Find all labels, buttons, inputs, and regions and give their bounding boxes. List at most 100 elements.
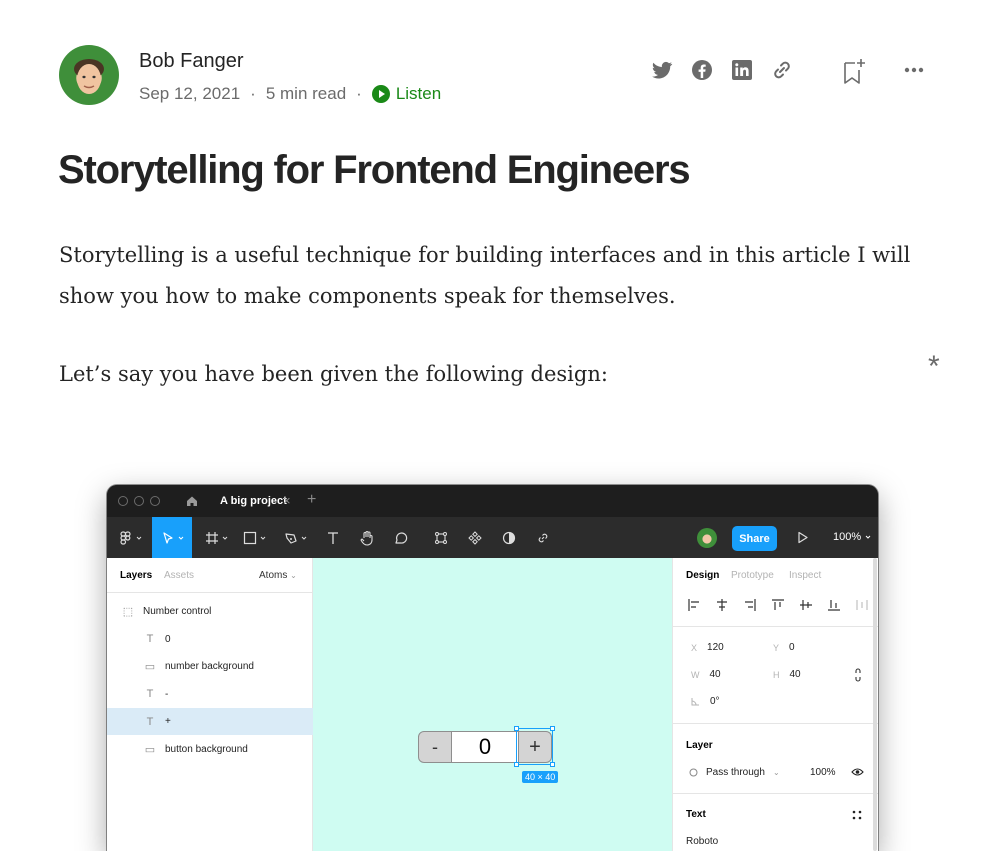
blend-mode-dropdown[interactable]: Pass through ⌄ bbox=[689, 767, 780, 778]
panel-scrollbar[interactable] bbox=[873, 558, 877, 851]
figma-logo-icon bbox=[119, 530, 131, 545]
y-value: 0 bbox=[789, 642, 795, 653]
create-component-tool[interactable] bbox=[461, 517, 489, 558]
height-field[interactable]: H 40 bbox=[773, 669, 801, 680]
text-styles-icon[interactable] bbox=[851, 809, 863, 821]
rotation-field[interactable]: 0° bbox=[691, 696, 720, 707]
chevron-down-icon bbox=[222, 536, 227, 540]
x-value: 120 bbox=[707, 642, 724, 653]
layer-row[interactable]: ▭ button background bbox=[107, 736, 313, 763]
window-close-dot[interactable] bbox=[118, 496, 128, 506]
chevron-down-icon bbox=[865, 535, 871, 539]
author-avatar[interactable] bbox=[59, 45, 119, 105]
blend-mode-value: Pass through bbox=[706, 767, 765, 778]
tab-inspect[interactable]: Inspect bbox=[789, 570, 821, 581]
page-selector[interactable]: Atoms ⌄ bbox=[259, 570, 297, 581]
present-play-icon[interactable] bbox=[797, 531, 809, 544]
layer-row[interactable]: ▭ number background bbox=[107, 653, 313, 680]
layer-row[interactable]: T0 bbox=[107, 626, 313, 653]
cursor-icon bbox=[162, 531, 173, 544]
bookmark-add-icon[interactable] bbox=[841, 57, 867, 85]
layer-row[interactable]: ⬚ Number control bbox=[107, 598, 313, 625]
twitter-icon[interactable] bbox=[650, 58, 674, 82]
linkedin-icon[interactable] bbox=[730, 58, 754, 82]
comment-tool[interactable] bbox=[387, 517, 415, 558]
pen-tool[interactable] bbox=[277, 517, 313, 558]
decrement-button[interactable]: - bbox=[418, 731, 452, 763]
publish-date: Sep 12, 2021 bbox=[139, 84, 241, 103]
tab-prototype[interactable]: Prototype bbox=[731, 570, 774, 581]
figma-screenshot: A big project × + Share 100% Layers Asse… bbox=[107, 485, 878, 851]
layer-row[interactable]: T + bbox=[107, 708, 313, 735]
link-tool[interactable] bbox=[529, 517, 557, 558]
more-options-icon[interactable] bbox=[901, 60, 927, 80]
window-minimize-dot[interactable] bbox=[134, 496, 144, 506]
opacity-field[interactable]: 100% bbox=[810, 767, 836, 778]
align-bottom-icon[interactable] bbox=[827, 598, 841, 612]
tab-close-icon[interactable]: × bbox=[283, 493, 291, 508]
eye-icon[interactable] bbox=[851, 767, 864, 777]
layer-name: + bbox=[165, 716, 171, 727]
move-tool[interactable] bbox=[152, 517, 192, 558]
link-icon[interactable] bbox=[770, 58, 794, 82]
zoom-dropdown[interactable]: 100% bbox=[833, 531, 871, 543]
chevron-down-icon: ⌄ bbox=[290, 571, 297, 580]
w-label: W bbox=[691, 669, 700, 680]
chain-link-icon bbox=[538, 533, 548, 542]
chevron-down-icon bbox=[260, 536, 265, 540]
component-tool[interactable] bbox=[427, 517, 455, 558]
shape-tool[interactable] bbox=[237, 517, 271, 558]
layer-row[interactable]: T- bbox=[107, 681, 313, 708]
number-value[interactable]: 0 bbox=[452, 731, 518, 763]
new-tab-icon[interactable]: + bbox=[307, 491, 316, 509]
constrain-proportions-icon[interactable] bbox=[853, 667, 863, 683]
layer-name: 0 bbox=[165, 633, 171, 645]
font-family-dropdown[interactable]: Roboto bbox=[686, 836, 718, 847]
facebook-icon[interactable] bbox=[690, 58, 714, 82]
zoom-level: 100% bbox=[833, 531, 862, 543]
design-canvas[interactable]: - 0 + 40 × 40 bbox=[313, 558, 672, 851]
x-label: X bbox=[691, 642, 698, 653]
main-menu-button[interactable] bbox=[113, 517, 147, 558]
user-avatar[interactable] bbox=[697, 528, 717, 548]
frame-icon bbox=[205, 531, 218, 544]
chevron-down-icon bbox=[178, 536, 183, 540]
divider bbox=[673, 723, 878, 724]
rectangle-icon: ▭ bbox=[144, 743, 156, 756]
width-field[interactable]: W 40 bbox=[691, 669, 721, 680]
share-button[interactable]: Share bbox=[732, 526, 777, 551]
read-time: 5 min read bbox=[265, 84, 347, 103]
chevron-down-icon: ⌄ bbox=[772, 768, 780, 777]
number-control-frame[interactable]: - 0 + 40 × 40 bbox=[418, 726, 559, 783]
hand-tool[interactable] bbox=[353, 517, 381, 558]
tab-assets[interactable]: Assets bbox=[164, 570, 194, 581]
file-tab-title[interactable]: A big project bbox=[220, 495, 287, 507]
resize-handle[interactable] bbox=[550, 726, 555, 731]
y-field[interactable]: Y 0 bbox=[773, 642, 795, 653]
align-horizontal-center-icon[interactable] bbox=[715, 598, 729, 612]
text-tool[interactable] bbox=[319, 517, 347, 558]
distribute-icon[interactable] bbox=[855, 598, 869, 612]
author-name[interactable]: Bob Fanger bbox=[139, 50, 244, 73]
x-field[interactable]: X 120 bbox=[691, 642, 724, 653]
increment-button[interactable]: + bbox=[518, 731, 552, 763]
align-top-icon[interactable] bbox=[771, 598, 785, 612]
section-marker: * bbox=[928, 350, 940, 383]
tab-layers[interactable]: Layers bbox=[120, 570, 152, 581]
align-left-icon[interactable] bbox=[687, 598, 701, 612]
tab-design[interactable]: Design bbox=[686, 570, 719, 581]
alignment-toolbar bbox=[687, 598, 869, 612]
frame-tool[interactable] bbox=[199, 517, 233, 558]
listen-label: Listen bbox=[395, 84, 442, 103]
resize-handle[interactable] bbox=[550, 762, 555, 767]
dimension-badge: 40 × 40 bbox=[522, 771, 559, 783]
listen-button[interactable]: Listen bbox=[371, 84, 442, 104]
mask-tool[interactable] bbox=[495, 517, 523, 558]
align-vertical-center-icon[interactable] bbox=[799, 598, 813, 612]
h-label: H bbox=[773, 669, 780, 680]
divider bbox=[107, 592, 313, 593]
article-paragraph: Let’s say you have been given the follow… bbox=[59, 362, 608, 386]
align-right-icon[interactable] bbox=[743, 598, 757, 612]
window-zoom-dot[interactable] bbox=[150, 496, 160, 506]
home-icon[interactable] bbox=[185, 494, 199, 508]
